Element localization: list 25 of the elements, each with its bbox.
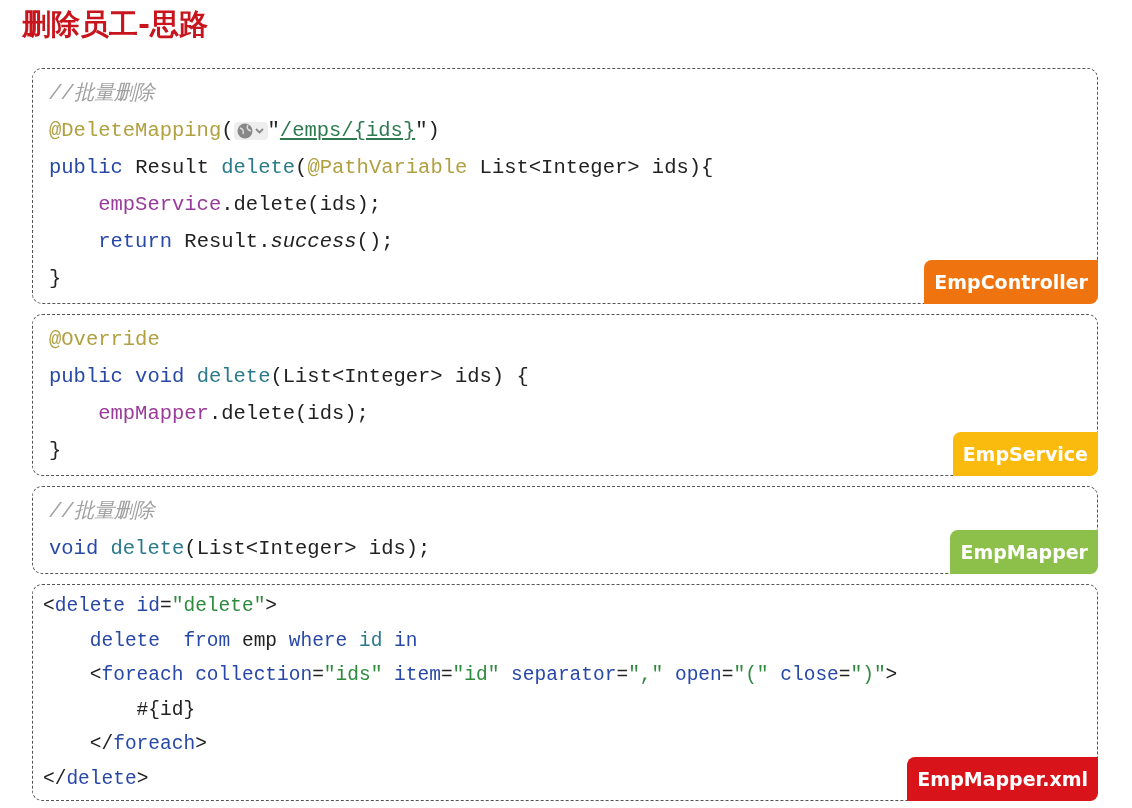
- code-line: </delete>: [43, 766, 149, 792]
- code-line: }: [49, 438, 62, 464]
- code-line: empService.delete(ids);: [97, 192, 382, 218]
- code-line: return Result.success();: [97, 229, 394, 255]
- code-line: #{id}: [135, 697, 196, 723]
- code-line: public void delete(List<Integer> ids) {: [49, 364, 529, 390]
- file-label: EmpMapper: [950, 530, 1098, 574]
- slide-title: 删除员工-思路: [22, 6, 210, 43]
- file-label: EmpMapper.xml: [907, 757, 1098, 801]
- code-line: <delete id="delete">: [43, 594, 278, 619]
- file-label: EmpService: [952, 432, 1098, 476]
- code-line: empMapper.delete(ids);: [97, 401, 369, 427]
- code-line: //批量删除: [49, 499, 154, 525]
- code-line: void delete(List<Integer> ids);: [49, 536, 431, 562]
- code-line: <foreach collection="ids" item="id" separator="," open="(" close=")">: [88, 663, 898, 688]
- code-text: @DeleteMapping(: [49, 118, 234, 144]
- code-line: </foreach>: [88, 732, 207, 757]
- code-text: "/emps/{ids}"): [267, 118, 440, 144]
- globe-dropdown-icon: [233, 121, 268, 140]
- code-line: //批量删除: [49, 81, 154, 107]
- file-label: EmpController: [924, 260, 1098, 304]
- code-line: public Result delete(@PathVariable List<Integer> ids){: [49, 155, 714, 181]
- code-line: @Override: [49, 327, 160, 353]
- code-line: delete from emp where id in: [88, 628, 418, 654]
- code-line: }: [49, 266, 62, 292]
